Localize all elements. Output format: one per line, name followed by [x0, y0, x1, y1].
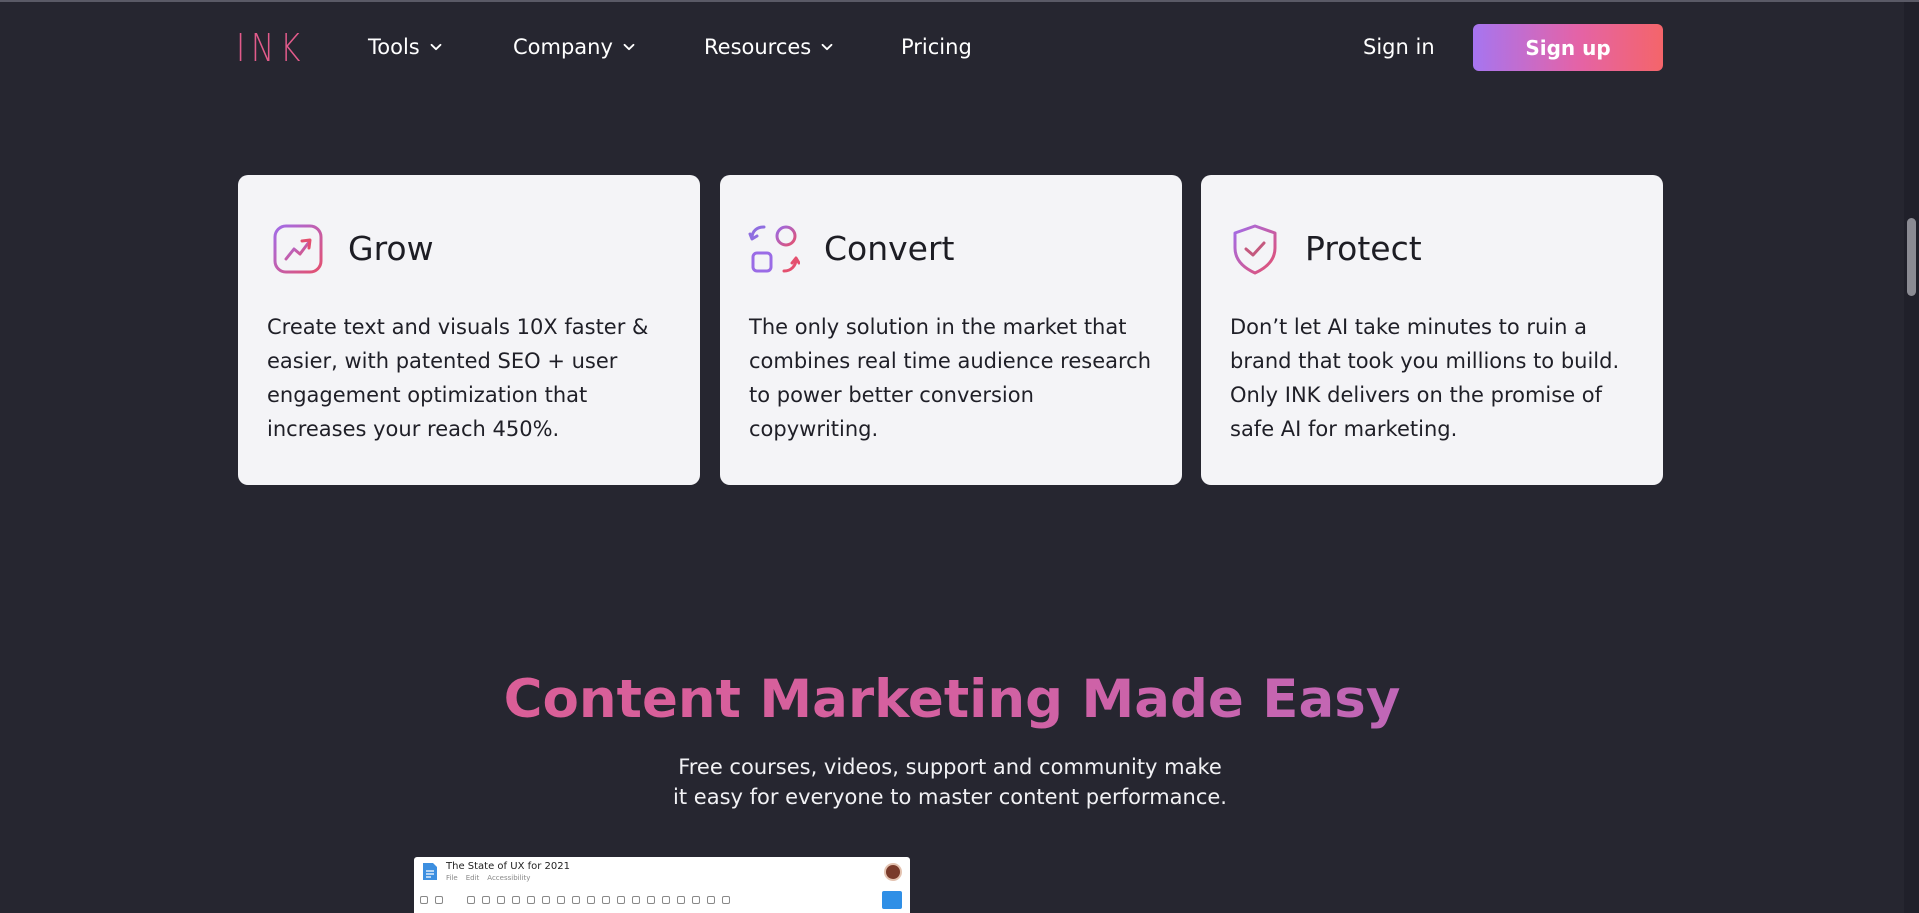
- page-scrollbar[interactable]: [1904, 2, 1919, 913]
- menu-accessibility: Accessibility: [487, 874, 531, 882]
- editor-toolbar: [420, 891, 904, 909]
- menu-edit: Edit: [465, 874, 480, 882]
- card-title: Protect: [1305, 229, 1422, 268]
- toolbar-icon: [722, 896, 730, 904]
- toolbar-icon: [420, 896, 428, 904]
- toolbar-icon: [692, 896, 700, 904]
- toolbar-icon: [572, 896, 580, 904]
- chevron-down-icon: [430, 41, 442, 53]
- nav-pricing[interactable]: Pricing: [901, 32, 972, 62]
- card-header: Grow: [272, 223, 434, 275]
- shield-check-icon: [1233, 224, 1277, 275]
- nav-pricing-label: Pricing: [901, 35, 972, 59]
- card-title: Convert: [824, 229, 955, 268]
- section-headline: Content Marketing Made Easy: [0, 665, 1904, 735]
- toolbar-icon: [617, 896, 625, 904]
- card-description: Don’t let AI take minutes to ruin a bran…: [1230, 315, 1620, 441]
- toolbar-icon: [542, 896, 550, 904]
- redo-icon: [482, 896, 490, 904]
- nav-resources[interactable]: Resources: [704, 32, 833, 62]
- toolbar-icon: [497, 896, 505, 904]
- nav-tools-label: Tools: [368, 35, 420, 59]
- convert-shapes-icon: [748, 225, 800, 273]
- editor-preview-image: The State of UX for 2021 File Edit Acces…: [414, 857, 910, 913]
- toolbar-icon: [707, 896, 715, 904]
- trend-up-icon: [273, 224, 323, 274]
- chevron-down-icon: [623, 41, 635, 53]
- top-navigation: INK Tools Company Resources Pricing Sign…: [0, 0, 1904, 94]
- card-description: The only solution in the market that com…: [749, 315, 1152, 441]
- toolbar-icon: [557, 896, 565, 904]
- toolbar-icon: [527, 896, 535, 904]
- card-title: Grow: [348, 229, 434, 268]
- toolbar-icon: [647, 896, 655, 904]
- toolbar-icon: [512, 896, 520, 904]
- toolbar-icon: [662, 896, 670, 904]
- feature-card-protect: Protect Don’t let AI take minutes to rui…: [1201, 175, 1663, 485]
- sign-in-link[interactable]: Sign in: [1363, 32, 1435, 62]
- undo-icon: [467, 896, 475, 904]
- document-icon: [423, 863, 437, 880]
- toolbar-icon: [632, 896, 640, 904]
- document-title: The State of UX for 2021: [446, 861, 570, 872]
- toolbar-icon: [677, 896, 685, 904]
- section-subtext: Free courses, videos, support and commun…: [560, 752, 1340, 812]
- document-menu: File Edit Accessibility: [446, 874, 530, 882]
- sign-up-button[interactable]: Sign up: [1473, 24, 1663, 71]
- nav-company-label: Company: [513, 35, 613, 59]
- toolbar-icon: [602, 896, 610, 904]
- scrollbar-thumb[interactable]: [1907, 218, 1916, 296]
- card-header: Protect: [1229, 223, 1422, 275]
- subtext-line-2: it easy for everyone to master content p…: [673, 785, 1227, 809]
- card-description: Create text and visuals 10X faster & eas…: [267, 315, 649, 441]
- subtext-line-1: Free courses, videos, support and commun…: [678, 755, 1222, 779]
- nav-company[interactable]: Company: [513, 32, 635, 62]
- toolbar-icon: [587, 896, 595, 904]
- feature-card-convert: Convert The only solution in the market …: [720, 175, 1182, 485]
- nav-resources-label: Resources: [704, 35, 812, 59]
- ink-logo[interactable]: INK: [236, 28, 306, 68]
- feature-card-grow: Grow Create text and visuals 10X faster …: [238, 175, 700, 485]
- nav-tools[interactable]: Tools: [368, 32, 442, 62]
- card-header: Convert: [748, 223, 955, 275]
- avatar: [884, 863, 902, 881]
- menu-file: File: [446, 874, 458, 882]
- toolbar-icon: [435, 896, 443, 904]
- toolbar-action-button: [882, 891, 902, 909]
- chevron-down-icon: [821, 41, 833, 53]
